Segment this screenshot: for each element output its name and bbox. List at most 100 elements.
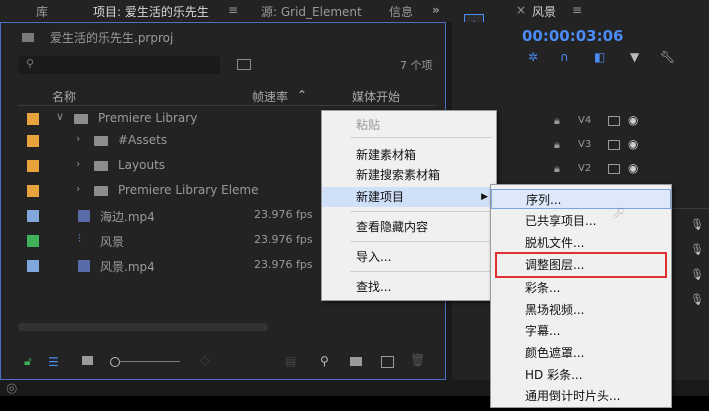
tab-library[interactable]: 库 xyxy=(36,3,48,20)
highlight-box xyxy=(495,252,667,278)
submenu-item[interactable]: 通用倒计时片头... xyxy=(491,386,671,406)
snap-icon[interactable]: ∩ xyxy=(560,50,569,64)
submenu-item[interactable]: HD 彩条... xyxy=(491,365,671,385)
sequence-close-icon[interactable]: × xyxy=(516,3,526,17)
context-menu-item[interactable]: 查找... xyxy=(322,277,496,297)
folder-icon xyxy=(94,136,108,146)
zoom-slider-handle[interactable] xyxy=(110,357,120,367)
tab-source[interactable]: 源: Grid_Element xyxy=(261,3,362,20)
video-track-header[interactable]: 🔒︎ V2 ◉ xyxy=(520,161,640,179)
submenu-item-label: HD 彩条... xyxy=(525,368,583,382)
add-marker-icon[interactable]: ▼ xyxy=(630,50,639,64)
new-bin-icon[interactable] xyxy=(350,357,362,366)
submenu-item[interactable]: 序列... xyxy=(491,189,671,209)
submenu-item[interactable]: 已共享项目... xyxy=(491,211,671,231)
submenu-item-label: 通用倒计时片头... xyxy=(525,389,621,403)
project-filename: 爱生活的乐先生.prproj xyxy=(50,31,174,45)
sequence-panel-menu-icon[interactable]: ≡ xyxy=(572,3,582,17)
label-color-swatch[interactable] xyxy=(27,160,39,172)
label-color-swatch[interactable] xyxy=(27,185,39,197)
column-name[interactable]: 名称 xyxy=(52,88,76,105)
submenu-item[interactable]: 颜色遮罩... xyxy=(491,343,671,363)
item-count: 7 个项 xyxy=(400,59,433,72)
toggle-track-output-icon[interactable]: ◉ xyxy=(628,161,638,175)
project-item-name: Premiere Library Eleme xyxy=(118,183,259,197)
tab-project[interactable]: 项目: 爱生活的乐先生 xyxy=(93,3,209,20)
mic-icon[interactable]: 🎙︎ xyxy=(690,293,704,306)
video-track-header[interactable]: 🔒︎ V4 ◉ xyxy=(520,113,640,131)
menu-separator xyxy=(350,241,492,242)
toggle-track-output-icon[interactable]: ◉ xyxy=(628,137,638,151)
submenu-item-label: 脱机文件... xyxy=(525,236,585,250)
new-bin-from-search-icon[interactable] xyxy=(237,59,251,70)
submenu-item-label: 黑场视频... xyxy=(525,303,585,317)
mic-icon[interactable]: 🎙︎ xyxy=(690,218,704,231)
context-menu-item[interactable]: 新建素材箱 xyxy=(322,145,496,165)
zoom-slider[interactable] xyxy=(120,361,180,362)
submenu-item[interactable]: 彩条... xyxy=(491,278,671,298)
column-media-start[interactable]: 媒体开始 xyxy=(352,88,400,105)
column-framerate[interactable]: 帧速率 xyxy=(252,88,288,105)
chevron-right-icon[interactable]: › xyxy=(76,157,80,170)
mic-icon[interactable]: 🎙︎ xyxy=(690,243,704,256)
toggle-sync-lock-icon[interactable] xyxy=(608,140,620,150)
tab-sequence[interactable]: 风景 xyxy=(532,3,556,20)
new-item-icon[interactable] xyxy=(381,356,394,368)
project-panel-menu-icon[interactable]: ≡ xyxy=(228,3,238,17)
toggle-sync-lock-icon[interactable] xyxy=(608,116,620,126)
chevron-right-icon[interactable]: › xyxy=(76,132,80,145)
submenu-item[interactable]: 调整图层... xyxy=(491,252,671,278)
label-color-swatch[interactable] xyxy=(27,135,39,147)
label-color-swatch[interactable] xyxy=(27,113,39,125)
context-menu-item[interactable]: 新建项目 ▶ xyxy=(322,187,496,207)
mouse-cursor-icon: ➚ xyxy=(612,203,626,222)
sort-icons-icon[interactable]: ◇ xyxy=(200,353,209,367)
context-menu-item[interactable]: 查看隐藏内容 xyxy=(322,217,496,237)
label-color-swatch[interactable] xyxy=(27,210,39,222)
sort-ascending-icon[interactable]: ⌃ xyxy=(297,88,307,102)
mic-icon[interactable]: 🎙︎ xyxy=(690,268,704,281)
track-lock-icon[interactable]: 🔒︎ xyxy=(554,138,560,152)
list-view-icon[interactable]: ☰ xyxy=(48,355,59,369)
submenu-item[interactable]: 黑场视频... xyxy=(491,300,671,320)
toggle-track-output-icon[interactable]: ◉ xyxy=(628,113,638,127)
context-menu-item[interactable]: 新建搜索素材箱 xyxy=(322,165,496,185)
automate-to-sequence-icon[interactable]: ▤ xyxy=(285,354,296,368)
lock-icon[interactable]: 🔓︎ xyxy=(24,354,32,369)
tab-info[interactable]: 信息 xyxy=(389,3,413,20)
tab-overflow-icon[interactable]: » xyxy=(432,3,440,17)
submenu-item-label: 已共享项目... xyxy=(525,214,597,228)
search-input[interactable] xyxy=(18,56,220,74)
video-track-header[interactable]: 🔒︎ V3 ◉ xyxy=(520,137,640,155)
toggle-sync-lock-icon[interactable] xyxy=(608,164,620,174)
folder-icon xyxy=(94,161,108,171)
find-icon[interactable]: ⚲ xyxy=(320,354,329,368)
project-item-name: Premiere Library xyxy=(98,111,198,125)
track-lock-icon[interactable]: 🔒︎ xyxy=(554,162,560,176)
chevron-right-icon[interactable]: › xyxy=(76,182,80,195)
timecode[interactable]: 00:00:03:06 xyxy=(522,27,624,45)
icon-view-icon[interactable] xyxy=(82,356,93,365)
settings-wrench-icon[interactable]: 🔧︎ xyxy=(660,50,675,64)
linked-selection-icon[interactable]: ◧ xyxy=(594,50,605,64)
track-label: V2 xyxy=(578,163,592,174)
track-lock-icon[interactable]: 🔒︎ xyxy=(554,114,560,128)
horizontal-scrollbar[interactable] xyxy=(18,323,268,331)
label-color-swatch[interactable] xyxy=(27,260,39,272)
track-label: V4 xyxy=(578,115,592,126)
context-menu-item[interactable]: 粘贴 xyxy=(322,115,496,135)
nest-icon[interactable]: ✲ xyxy=(528,50,538,64)
chevron-down-icon[interactable]: ∨ xyxy=(56,110,64,123)
context-menu-item-label: 查找... xyxy=(356,280,392,294)
project-item-framerate: 23.976 fps xyxy=(254,208,313,221)
submenu-item[interactable]: 字幕... xyxy=(491,321,671,341)
submenu-item[interactable]: 脱机文件... xyxy=(491,233,671,253)
project-item-name: #Assets xyxy=(118,133,168,147)
context-menu-item[interactable]: 导入... xyxy=(322,247,496,267)
header-divider xyxy=(18,105,436,106)
menu-separator xyxy=(350,271,492,272)
project-file-icon xyxy=(22,33,34,42)
trash-icon[interactable]: 🗑︎ xyxy=(410,353,425,367)
label-color-swatch[interactable] xyxy=(27,235,39,247)
menu-separator xyxy=(350,211,492,212)
